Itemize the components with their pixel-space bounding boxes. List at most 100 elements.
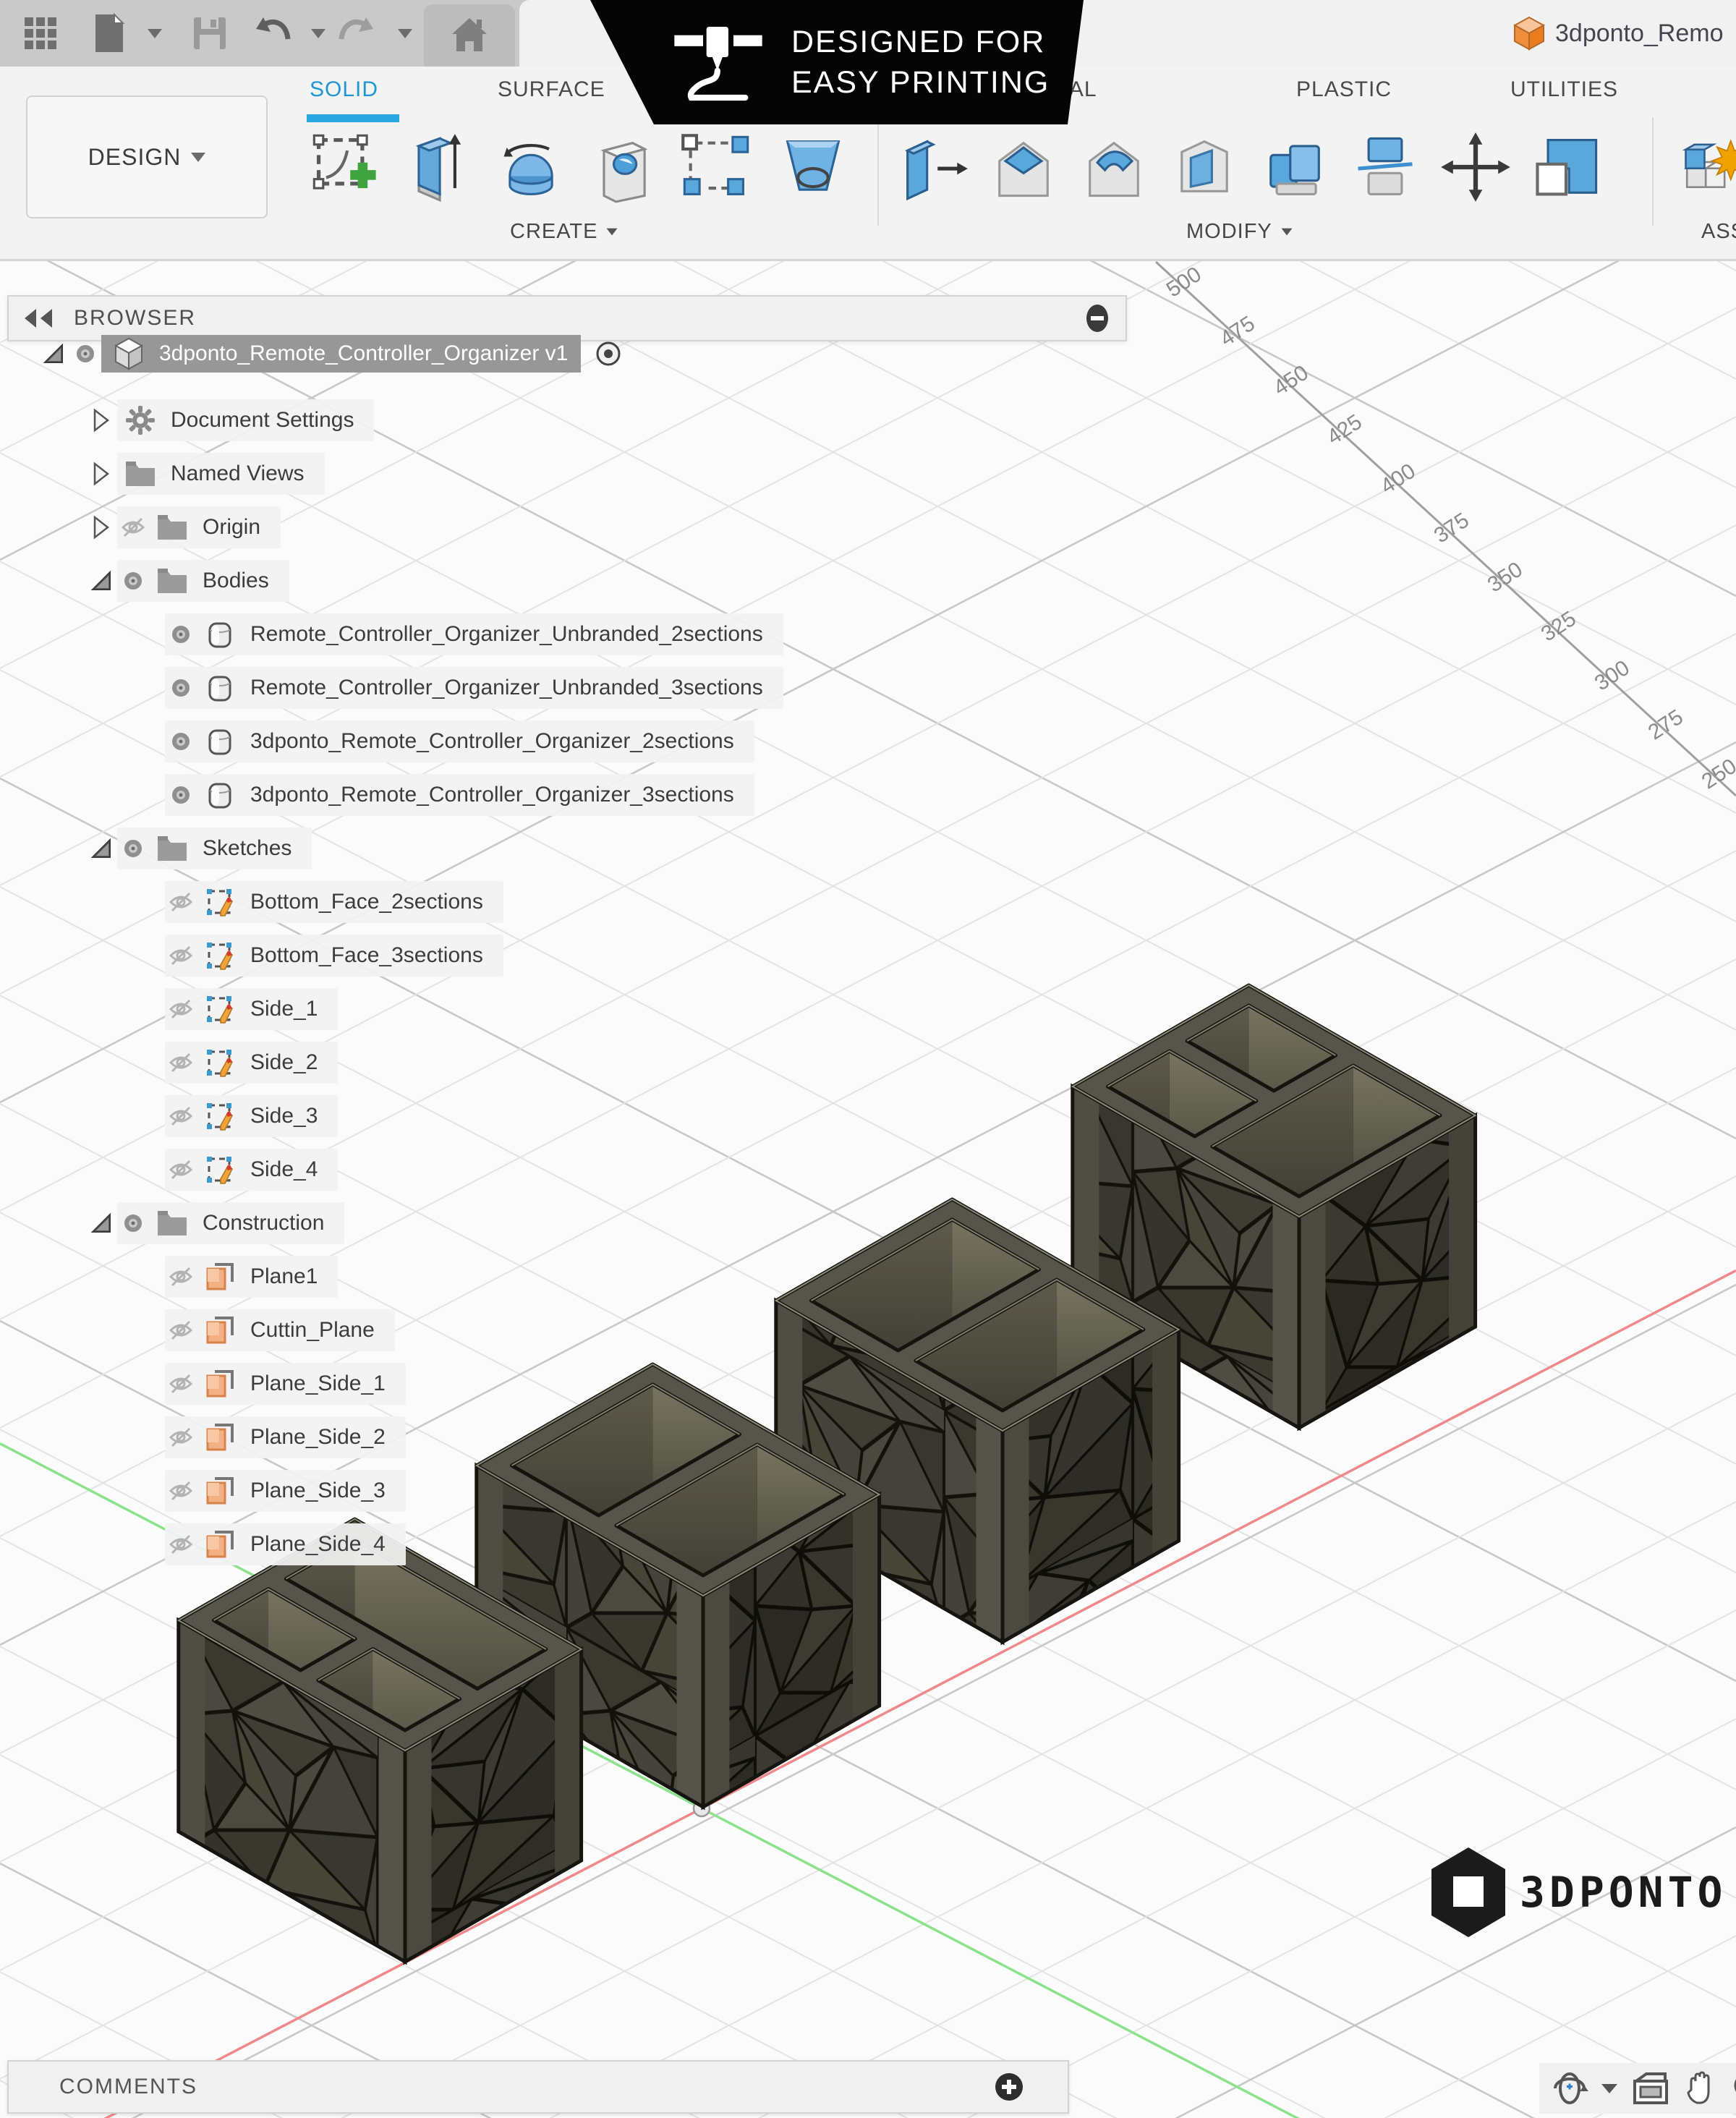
modify-group-label[interactable]: MODIFY [1186,220,1294,244]
visibility-eye-icon[interactable] [165,996,197,1022]
visibility-eye-icon[interactable] [165,676,197,700]
visibility-eye-icon[interactable] [117,1211,149,1236]
comments-bar[interactable]: COMMENTS [7,2060,1069,2114]
root-item-highlight[interactable]: 3dponto_Remote_Controller_Organizer v1 [101,335,581,373]
undo-dropdown-caret[interactable] [298,13,339,54]
expand-arrow-icon[interactable] [85,1212,117,1234]
tree-item-named-views[interactable]: Named Views [85,453,325,495]
visibility-eye-icon[interactable] [117,514,149,540]
tree-item-label: Bottom_Face_3sections [250,943,483,968]
visibility-eye-icon[interactable] [165,1317,197,1343]
combine-icon[interactable] [1253,124,1337,210]
tree-item-construction[interactable]: Construction [85,1202,344,1244]
tree-item-origin[interactable]: Origin [85,506,281,548]
visibility-eye-icon[interactable] [165,622,197,647]
visibility-eye-icon[interactable] [165,889,197,915]
tree-item-bodies[interactable]: Bodies [85,560,289,602]
create-group-label[interactable]: CREATE [510,220,619,244]
visibility-eye-icon[interactable] [165,943,197,969]
new-component-icon[interactable] [1669,124,1736,210]
save-icon[interactable] [190,13,230,54]
visibility-eye-icon[interactable] [165,1478,197,1504]
tree-item-plane-side-1[interactable]: Plane_Side_1 [165,1363,406,1405]
expand-arrow-icon[interactable] [85,515,117,540]
visibility-eye-icon[interactable] [117,836,149,861]
expand-arrow-icon[interactable] [85,570,117,592]
visibility-eye-icon[interactable] [165,1103,197,1129]
tab-solid[interactable]: SOLID [310,72,378,107]
assemble-group-label[interactable]: ASSE [1701,220,1736,244]
activate-component-radio[interactable] [590,339,627,368]
plane-icon [201,1260,239,1293]
tree-item-label: Side_2 [250,1050,318,1075]
visibility-eye-icon[interactable] [165,1050,197,1076]
visibility-eye-icon[interactable] [165,1264,197,1290]
home-view-button[interactable] [424,4,515,67]
sketch-icon [201,992,239,1026]
expand-arrow-icon[interactable] [85,462,117,486]
tab-plastic[interactable]: PLASTIC [1296,72,1392,107]
orbit-icon[interactable] [1551,2070,1588,2107]
visibility-eye-icon[interactable] [165,729,197,754]
visibility-eye-icon[interactable] [165,1157,197,1183]
tree-item-plane-side-4[interactable]: Plane_Side_4 [165,1523,406,1565]
tree-item-bottom-face-2sections[interactable]: Bottom_Face_2sections [165,881,503,923]
app-grid-icon[interactable] [20,13,61,54]
split-body-icon[interactable] [1343,124,1427,210]
visibility-eye-icon[interactable] [165,1531,197,1557]
zoom-magnifier-icon[interactable] [1730,2070,1736,2107]
view-navigation-bar[interactable] [1539,2063,1736,2114]
expand-arrow-icon[interactable] [38,343,69,365]
tree-item-bottom-face-3sections[interactable]: Bottom_Face_3sections [165,935,503,977]
tree-item-side-1[interactable]: Side_1 [165,988,338,1030]
file-new-icon[interactable] [88,13,129,54]
tree-item-side-2[interactable]: Side_2 [165,1042,338,1084]
visibility-eye-icon[interactable] [117,569,149,593]
create-sketch-icon[interactable] [304,124,388,210]
undo-icon[interactable] [252,13,292,54]
shell-icon[interactable] [1162,124,1246,210]
pattern-icon[interactable] [674,124,758,210]
tree-item-remote-controller-organizer-unbranded-2sections[interactable]: Remote_Controller_Organizer_Unbranded_2s… [165,613,783,655]
visibility-eye-icon[interactable] [165,1371,197,1397]
tree-item-sketches[interactable]: Sketches [85,828,312,869]
tree-item-3dponto-remote-controller-organizer-2sections[interactable]: 3dponto_Remote_Controller_Organizer_2sec… [165,720,754,762]
tree-item-cuttin-plane[interactable]: Cuttin_Plane [165,1309,395,1351]
tree-item-plane-side-2[interactable]: Plane_Side_2 [165,1416,406,1458]
loft-icon[interactable] [771,124,855,210]
pan-hand-icon[interactable] [1682,2070,1719,2107]
tab-utilities[interactable]: UTILITIES [1510,72,1618,107]
visibility-eye-icon[interactable] [69,341,101,366]
tree-item-remote-controller-organizer-unbranded-3sections[interactable]: Remote_Controller_Organizer_Unbranded_3s… [165,667,783,709]
tree-item-root[interactable]: 3dponto_Remote_Controller_Organizer v1 [38,333,627,375]
replace-face-icon[interactable] [1524,124,1608,210]
panel-minimize-icon[interactable] [1085,304,1110,333]
tab-surface[interactable]: SURFACE [498,72,605,107]
visibility-eye-icon[interactable] [165,783,197,807]
hole-icon[interactable] [582,124,665,210]
document-title[interactable]: 3dponto_Remo [1513,16,1724,51]
tree-item-plane-side-3[interactable]: Plane_Side_3 [165,1470,406,1512]
fillet-icon[interactable] [1072,124,1156,210]
tree-item-document-settings[interactable]: Document Settings [85,399,374,441]
redo-icon[interactable] [337,13,378,54]
extrude-icon[interactable] [396,124,480,210]
move-copy-icon[interactable] [1434,124,1518,210]
visibility-eye-icon[interactable] [165,1424,197,1450]
dropdown-caret-icon[interactable] [1600,2080,1619,2096]
workspace-switcher-button[interactable]: DESIGN [26,95,268,218]
expand-arrow-icon[interactable] [85,408,117,433]
revolve-icon[interactable] [489,124,573,210]
expand-arrow-icon[interactable] [85,838,117,859]
look-at-icon[interactable] [1630,2070,1671,2107]
press-pull-icon[interactable] [891,124,975,210]
chamfer-icon[interactable] [982,124,1065,210]
add-comment-icon[interactable] [994,2072,1024,2102]
tree-item-plane1[interactable]: Plane1 [165,1256,338,1298]
file-dropdown-caret[interactable] [135,13,175,54]
tree-item-3dponto-remote-controller-organizer-3sections[interactable]: 3dponto_Remote_Controller_Organizer_3sec… [165,774,754,816]
tree-item-side-4[interactable]: Side_4 [165,1149,338,1191]
redo-dropdown-caret[interactable] [385,13,425,54]
tree-item-side-3[interactable]: Side_3 [165,1095,338,1137]
collapse-left-icon[interactable] [22,307,56,329]
